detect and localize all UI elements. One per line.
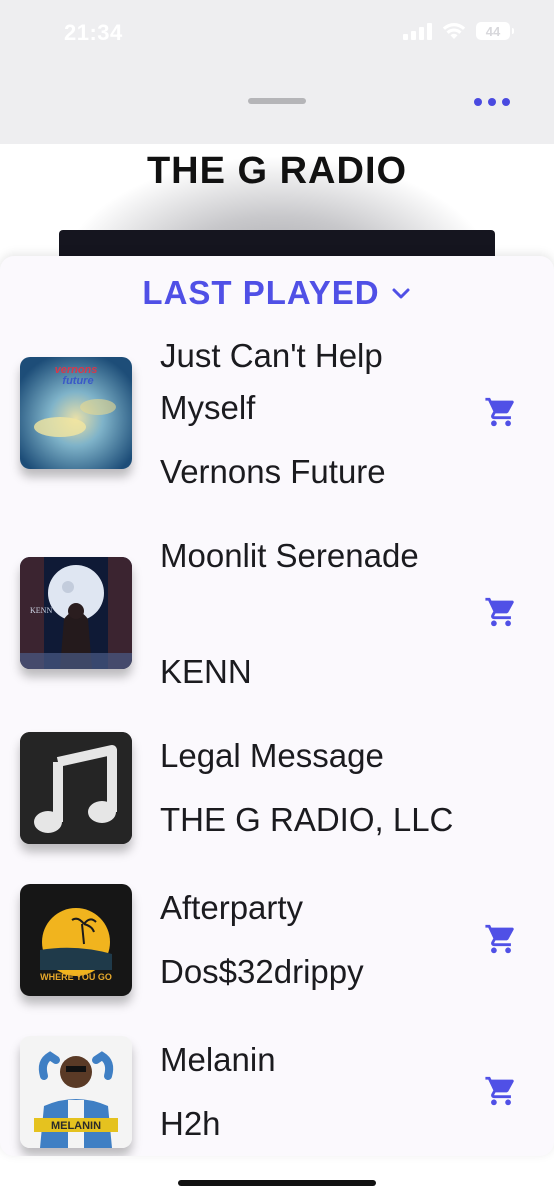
- list-item[interactable]: Legal Message THE G RADIO, LLC: [0, 730, 554, 860]
- track-title: Afterparty: [160, 889, 304, 926]
- chevron-down-icon: [392, 288, 410, 299]
- album-art: KENN: [20, 557, 132, 669]
- list-item[interactable]: KENN Moonlit Serenade KENN: [0, 530, 554, 720]
- last-played-dropdown[interactable]: LAST PLAYED: [0, 274, 554, 312]
- cart-icon[interactable]: [484, 1074, 518, 1108]
- cart-icon[interactable]: [484, 922, 518, 956]
- home-indicator: [178, 1180, 376, 1186]
- sheet-title: LAST PLAYED: [142, 274, 380, 311]
- battery-icon: 44: [476, 22, 514, 40]
- track-title: Moonlit Serenade: [160, 537, 419, 574]
- track-title: Legal Message: [160, 737, 384, 774]
- more-dots-icon[interactable]: [474, 96, 510, 108]
- status-icons: 44: [403, 22, 514, 40]
- cellular-signal-icon: [403, 22, 432, 40]
- track-title: Melanin: [160, 1041, 276, 1078]
- status-time: 21:34: [64, 20, 123, 45]
- music-note-icon: [20, 732, 132, 844]
- cart-icon[interactable]: [484, 595, 518, 629]
- album-art: MELANIN: [20, 1036, 132, 1148]
- last-played-sheet: LAST PLAYED vernons future Just Can't He…: [0, 256, 554, 1156]
- station-title: THE G RADIO: [146, 150, 408, 192]
- svg-text:WHERE YOU GO: WHERE YOU GO: [40, 972, 112, 982]
- svg-text:future: future: [62, 375, 93, 387]
- album-art: vernons future: [20, 357, 132, 469]
- list-item[interactable]: WHERE YOU GO Afterparty Dos$32drippy: [0, 882, 554, 1012]
- battery-level: 44: [485, 23, 501, 39]
- album-art: WHERE YOU GO: [20, 884, 132, 996]
- cart-icon[interactable]: [484, 395, 518, 429]
- svg-text:KENN: KENN: [30, 606, 52, 615]
- track-artist: KENN: [160, 653, 252, 690]
- top-bar: 21:34 44: [0, 0, 554, 144]
- track-artist: THE G RADIO, LLC: [160, 801, 454, 838]
- list-item[interactable]: vernons future Just Can't Help Myself Ve…: [0, 330, 554, 520]
- track-artist: H2h: [160, 1105, 221, 1142]
- svg-text:MELANIN: MELANIN: [51, 1120, 101, 1132]
- wifi-icon: [442, 23, 466, 39]
- track-artist: Dos$32drippy: [160, 953, 364, 990]
- track-artist: Vernons Future: [160, 453, 386, 490]
- list-item[interactable]: MELANIN Melanin H2h: [0, 1034, 554, 1156]
- track-title: Just Can't Help Myself: [160, 337, 383, 426]
- sheet-grabber[interactable]: [248, 98, 306, 104]
